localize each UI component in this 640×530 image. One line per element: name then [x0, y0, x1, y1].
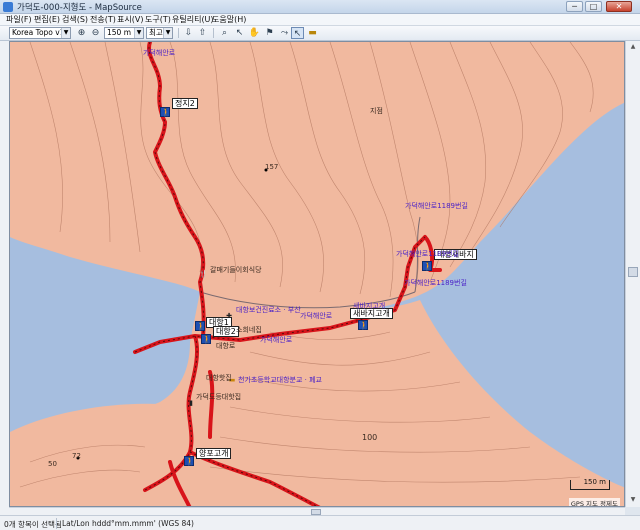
- waypoint-label[interactable]: 양포고개: [196, 448, 232, 459]
- poi-label: 소희네집: [236, 326, 262, 334]
- road-label: 가덕해안로: [260, 336, 293, 344]
- toolbar: Korea Topo v1.1 ▼ ⊕ ⊖ 150 m ▼ 최고 ▼ ⇩ ⇧ ⌕…: [0, 26, 640, 41]
- left-frame: [0, 41, 9, 515]
- waypoint-label[interactable]: 대항2: [213, 326, 239, 337]
- road-label: 대항로: [216, 342, 236, 350]
- map-canvas: [10, 42, 624, 506]
- menu-file[interactable]: 파일(F): [6, 14, 32, 26]
- menu-transfer[interactable]: 전송(T): [90, 14, 116, 26]
- product-select[interactable]: Korea Topo v1.1 ▼: [9, 27, 71, 39]
- spot-height-label: 157: [265, 163, 279, 171]
- route-tool-icon[interactable]: ⤳: [278, 27, 291, 39]
- detail-select[interactable]: 최고 ▼: [146, 27, 173, 39]
- menu-edit[interactable]: 편집(E): [34, 14, 60, 26]
- map-view[interactable]: 🚶 정지2 🚶 대항새바지 🚶 새바지고개 🚶 대항1 🚶 대항2 🚶 양포고개…: [9, 41, 625, 507]
- place-label: 가덕도등대핫집: [196, 393, 242, 401]
- chevron-down-icon: ▼: [61, 28, 70, 38]
- contour-label: 100: [362, 433, 378, 442]
- select-tool-icon[interactable]: ↖: [233, 27, 246, 39]
- waypoint-label[interactable]: 정지2: [172, 98, 198, 109]
- contour-label: 50: [48, 460, 57, 468]
- land-north: [10, 42, 624, 318]
- status-divider: [56, 518, 57, 529]
- horizontal-scrollbar[interactable]: [9, 507, 625, 515]
- waypoint-hiker-icon[interactable]: 🚶: [184, 456, 195, 466]
- status-bar: 0개 항목이 선택됨 Lat/Lon hddd°mm.mmm' (WGS 84): [0, 515, 640, 530]
- scroll-up-icon[interactable]: ▲: [627, 42, 639, 52]
- vertical-scrollbar[interactable]: ▲ ▼: [625, 41, 640, 507]
- spot-height-label: 72: [72, 452, 81, 460]
- title-bar: 가덕도-000-지형도 - MapSource ─ □ ✕: [0, 0, 640, 14]
- road-label: 새바지고개: [353, 302, 386, 310]
- road-label: 가덕해안로1189번길: [405, 202, 468, 210]
- coordinate-format: Lat/Lon hddd°mm.mmm' (WGS 84): [62, 519, 194, 528]
- window-title: 가덕도-000-지형도 - MapSource: [17, 3, 142, 13]
- pan-tool-icon[interactable]: ✋: [248, 27, 261, 39]
- restaurant-icon[interactable]: 🍴: [199, 270, 208, 278]
- zoom-in-button[interactable]: ⊕: [75, 27, 88, 39]
- road-label: 가덕해안로1189번길: [404, 279, 467, 287]
- detail-value: 최고: [149, 28, 163, 37]
- menu-search[interactable]: 검색(S): [62, 14, 88, 26]
- waypoint-tool-icon[interactable]: ⚑: [263, 27, 276, 39]
- road-label: 가덕해안로1189번길: [396, 250, 459, 258]
- place-label: 지점: [370, 107, 383, 115]
- send-to-device-icon[interactable]: ⇧: [196, 27, 209, 39]
- building-icon[interactable]: ▮: [187, 399, 195, 407]
- receive-from-device-icon[interactable]: ⇩: [182, 27, 195, 39]
- menu-help[interactable]: 도움말(H): [212, 14, 246, 26]
- waypoint-hiker-icon[interactable]: 🚶: [422, 261, 433, 271]
- toolbar-divider: [213, 28, 214, 38]
- close-button[interactable]: ✕: [606, 1, 632, 12]
- zoom-out-button[interactable]: ⊖: [89, 27, 102, 39]
- minimize-button[interactable]: ─: [566, 1, 583, 12]
- clinic-icon[interactable]: ✚: [225, 312, 233, 320]
- menu-tools[interactable]: 도구(T): [145, 14, 171, 26]
- toolbar-divider: [178, 28, 179, 38]
- poi-label: 대항보건진료소 · 부산: [236, 306, 301, 314]
- zoom-scale-value: 150 m: [107, 28, 132, 37]
- chevron-down-icon: ▼: [134, 28, 143, 38]
- pointer-tool-icon[interactable]: ↖: [291, 27, 304, 39]
- road-label: 가덕해안로: [143, 49, 176, 57]
- poi-label: 천가초등학교대항분교 · 폐교: [238, 376, 322, 384]
- scroll-down-icon[interactable]: ▼: [627, 495, 639, 505]
- selection-status: 0개 항목이 선택됨: [4, 520, 62, 529]
- waypoint-hiker-icon[interactable]: 🚶: [201, 334, 212, 344]
- waypoint-hiker-icon[interactable]: 🚶: [160, 107, 171, 117]
- zoom-tool-icon[interactable]: ⌕: [218, 27, 231, 39]
- menu-bar: 파일(F) 편집(E) 검색(S) 전송(T) 표시(V) 도구(T) 유틸리티…: [0, 14, 640, 26]
- map-credit: GPS 지도 정제도: [568, 498, 620, 507]
- measure-tool-icon[interactable]: ▬: [306, 27, 319, 39]
- maximize-button[interactable]: □: [585, 1, 602, 12]
- waypoint-hiker-icon[interactable]: 🚶: [358, 320, 369, 330]
- app-icon: [3, 2, 13, 12]
- poi-label: 갈매기들이회식당: [210, 266, 262, 274]
- place-label: 대항핫집: [206, 374, 232, 382]
- road-label: 가덕해안로: [300, 312, 333, 320]
- zoom-scale-select[interactable]: 150 m ▼: [104, 27, 144, 39]
- chevron-down-icon: ▼: [163, 28, 172, 38]
- scroll-thumb[interactable]: [628, 267, 638, 277]
- scale-bar-label: 150 m: [583, 478, 606, 486]
- menu-utilities[interactable]: 유틸리티(U): [172, 14, 214, 26]
- waypoint-hiker-icon[interactable]: 🚶: [195, 321, 206, 331]
- menu-view[interactable]: 표시(V): [117, 14, 143, 26]
